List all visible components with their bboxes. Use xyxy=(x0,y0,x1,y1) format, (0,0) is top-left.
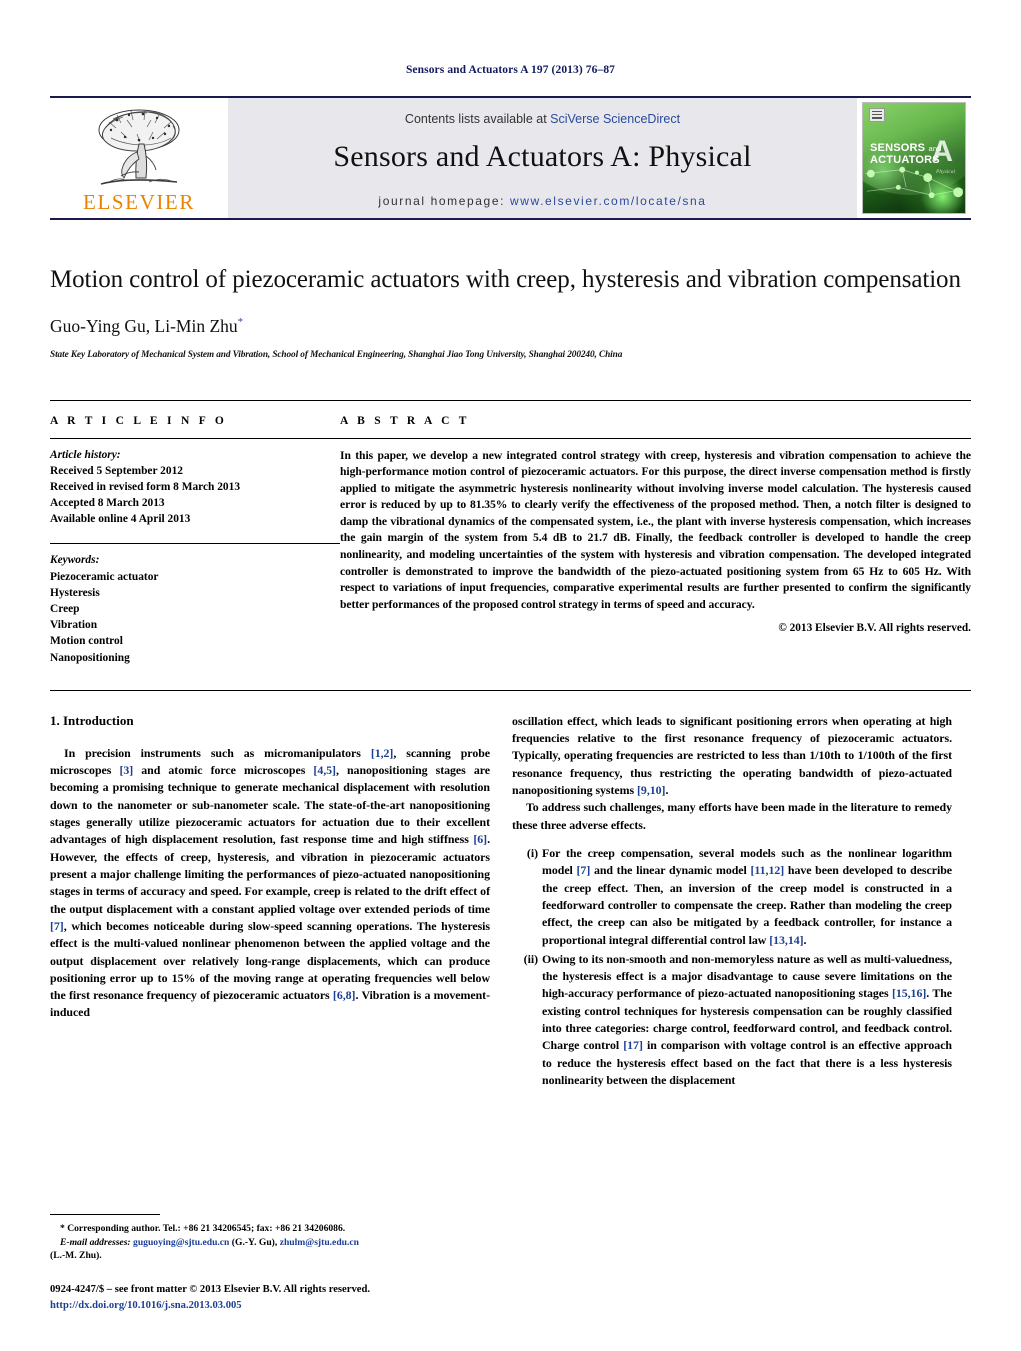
body-columns: 1. Introduction In precision instruments… xyxy=(50,689,971,1092)
email-link-1[interactable]: guguoying@sjtu.edu.cn xyxy=(133,1237,229,1248)
list-marker: (i) xyxy=(526,845,538,860)
issn-line: 0924-4247/$ – see front matter © 2013 El… xyxy=(50,1284,370,1296)
journal-title: Sensors and Actuators A: Physical xyxy=(333,140,752,173)
elsevier-tree-icon xyxy=(87,106,191,194)
history-item: Available online 4 April 2013 xyxy=(50,513,191,526)
affiliation: State Key Laboratory of Mechanical Syste… xyxy=(50,349,623,360)
adverse-effects-list: (i) For the creep compensation, several m… xyxy=(512,845,952,1089)
keyword-item: Motion control xyxy=(50,635,123,648)
article-info-column: A R T I C L E I N F O Article history: R… xyxy=(50,415,340,666)
intro-paragraph-1: In precision instruments such as microma… xyxy=(50,745,490,1022)
cover-subtitle: Physical xyxy=(936,169,955,175)
citation-ref[interactable]: [6] xyxy=(473,832,487,846)
body-column-left: 1. Introduction In precision instruments… xyxy=(50,713,490,1092)
text-run: (L.-M. Zhu). xyxy=(50,1250,102,1262)
list-item: (i) For the creep compensation, several m… xyxy=(512,845,952,949)
keywords-rule xyxy=(50,543,340,545)
info-abstract-region: A R T I C L E I N F O Article history: R… xyxy=(50,399,971,666)
homepage-url-link[interactable]: www.elsevier.com/locate/sna xyxy=(510,194,707,208)
email-note: E-mail addresses: guguoying@sjtu.edu.cn … xyxy=(50,1236,490,1263)
running-head: Sensors and Actuators A 197 (2013) 76–87 xyxy=(405,64,616,76)
keywords-block: Keywords: Piezoceramic actuator Hysteres… xyxy=(50,543,340,665)
email-link-2[interactable]: zhulm@sjtu.edu.cn xyxy=(280,1237,359,1248)
colophon-block: 0924-4247/$ – see front matter © 2013 El… xyxy=(50,1282,520,1313)
abstract-text: In this paper, we develop a new integrat… xyxy=(340,448,971,611)
history-item: Received 5 September 2012 xyxy=(50,464,183,477)
abstract-column: A B S T R A C T In this paper, we develo… xyxy=(340,415,971,666)
journal-homepage-line: journal homepage: www.elsevier.com/locat… xyxy=(378,194,706,208)
citation-ref[interactable]: [6,8] xyxy=(333,988,356,1002)
right-paragraph-2: To address such challenges, many efforts… xyxy=(512,800,952,832)
cover-publisher-badge xyxy=(869,108,885,122)
elsevier-logo: ELSEVIER xyxy=(50,98,228,218)
body-column-right: oscillation effect, which leads to signi… xyxy=(512,713,952,1092)
citation-ref[interactable]: [7] xyxy=(50,919,64,933)
authors-names: Guo-Ying Gu, Li-Min Zhu xyxy=(50,315,238,336)
email-label: E-mail addresses: xyxy=(60,1236,131,1248)
citation-ref[interactable]: [1,2] xyxy=(371,746,394,760)
text-run: . xyxy=(665,783,669,797)
citation-ref[interactable]: [11,12] xyxy=(751,863,785,877)
text-run: and the linear dynamic model xyxy=(590,863,751,878)
article-info-rule xyxy=(50,437,340,439)
abstract-rule xyxy=(340,437,971,439)
history-item: Accepted 8 March 2013 xyxy=(50,497,165,510)
elsevier-wordmark: ELSEVIER xyxy=(83,190,195,214)
footnote-block: * Corresponding author. Tel.: +86 21 342… xyxy=(50,1214,490,1263)
journal-masthead: ELSEVIER Contents lists available at Sci… xyxy=(50,96,971,218)
masthead-center-band: Contents lists available at SciVerse Sci… xyxy=(228,98,857,218)
sciencedirect-link[interactable]: SciVerse ScienceDirect xyxy=(550,112,680,126)
cover-image: SENSORS and ACTUATORS A Physical xyxy=(862,102,966,214)
text-run: (G.-Y. Gu), xyxy=(229,1236,280,1248)
cover-line1: SENSORS xyxy=(870,142,926,154)
right-paragraph-1: oscillation effect, which leads to signi… xyxy=(512,713,952,800)
paper-title: Motion control of piezoceramic actuators… xyxy=(50,266,961,293)
keyword-item: Creep xyxy=(50,603,80,615)
keyword-item: Nanopositioning xyxy=(50,651,130,664)
footnote-rule xyxy=(50,1214,160,1216)
homepage-label: journal homepage: xyxy=(378,194,506,208)
history-item: Received in revised form 8 March 2013 xyxy=(50,480,241,493)
doi-link[interactable]: http://dx.doi.org/10.1016/j.sna.2013.03.… xyxy=(50,1298,520,1313)
citation-ref[interactable]: [3] xyxy=(119,763,133,777)
keyword-item: Piezoceramic actuator xyxy=(50,570,159,583)
keyword-item: Vibration xyxy=(50,619,98,632)
text-run: oscillation effect, which leads to signi… xyxy=(512,713,952,797)
citation-ref[interactable]: [7] xyxy=(577,863,591,877)
corresponding-author-note: * Corresponding author. Tel.: +86 21 342… xyxy=(60,1223,346,1235)
citation-ref[interactable]: [9,10] xyxy=(637,783,665,797)
text-run: . xyxy=(803,932,807,947)
contents-prefix: Contents lists available at xyxy=(404,112,551,126)
citation-ref[interactable]: [17] xyxy=(623,1038,643,1052)
keywords-label: Keywords: xyxy=(50,554,100,567)
citation-ref[interactable]: [4,5] xyxy=(313,763,336,777)
contents-available-line: Contents lists available at SciVerse Sci… xyxy=(405,112,680,126)
keyword-item: Hysteresis xyxy=(50,586,100,599)
citation-ref[interactable]: [13,14] xyxy=(769,933,803,947)
author-list: Guo-Ying Gu, Li-Min Zhu* xyxy=(50,316,971,337)
list-marker: (ii) xyxy=(523,951,538,966)
abstract-heading: A B S T R A C T xyxy=(340,414,470,427)
text-run: In precision instruments such as microma… xyxy=(64,745,371,760)
cover-series-letter: A xyxy=(931,135,953,168)
list-item: (ii) Owing to its non-smooth and non-memo… xyxy=(512,951,952,1090)
text-run: and atomic force microscopes xyxy=(133,763,314,778)
citation-ref[interactable]: [15,16] xyxy=(892,986,926,1000)
section-heading-introduction: 1. Introduction xyxy=(50,712,134,728)
paper-page: Sensors and Actuators A 197 (2013) 76–87 xyxy=(0,0,1021,1351)
article-history-label: Article history: xyxy=(50,448,121,461)
corresponding-author-marker: * xyxy=(237,315,244,328)
title-block: Motion control of piezoceramic actuators… xyxy=(50,220,971,360)
text-run: Owing to its non-smooth and non-memoryle… xyxy=(542,951,952,1001)
journal-cover-thumbnail: SENSORS and ACTUATORS A Physical xyxy=(857,98,971,218)
article-info-heading: A R T I C L E I N F O xyxy=(50,414,228,427)
abstract-copyright: © 2013 Elsevier B.V. All rights reserved… xyxy=(778,622,971,635)
article-history-block: Article history: Received 5 September 20… xyxy=(50,447,340,528)
